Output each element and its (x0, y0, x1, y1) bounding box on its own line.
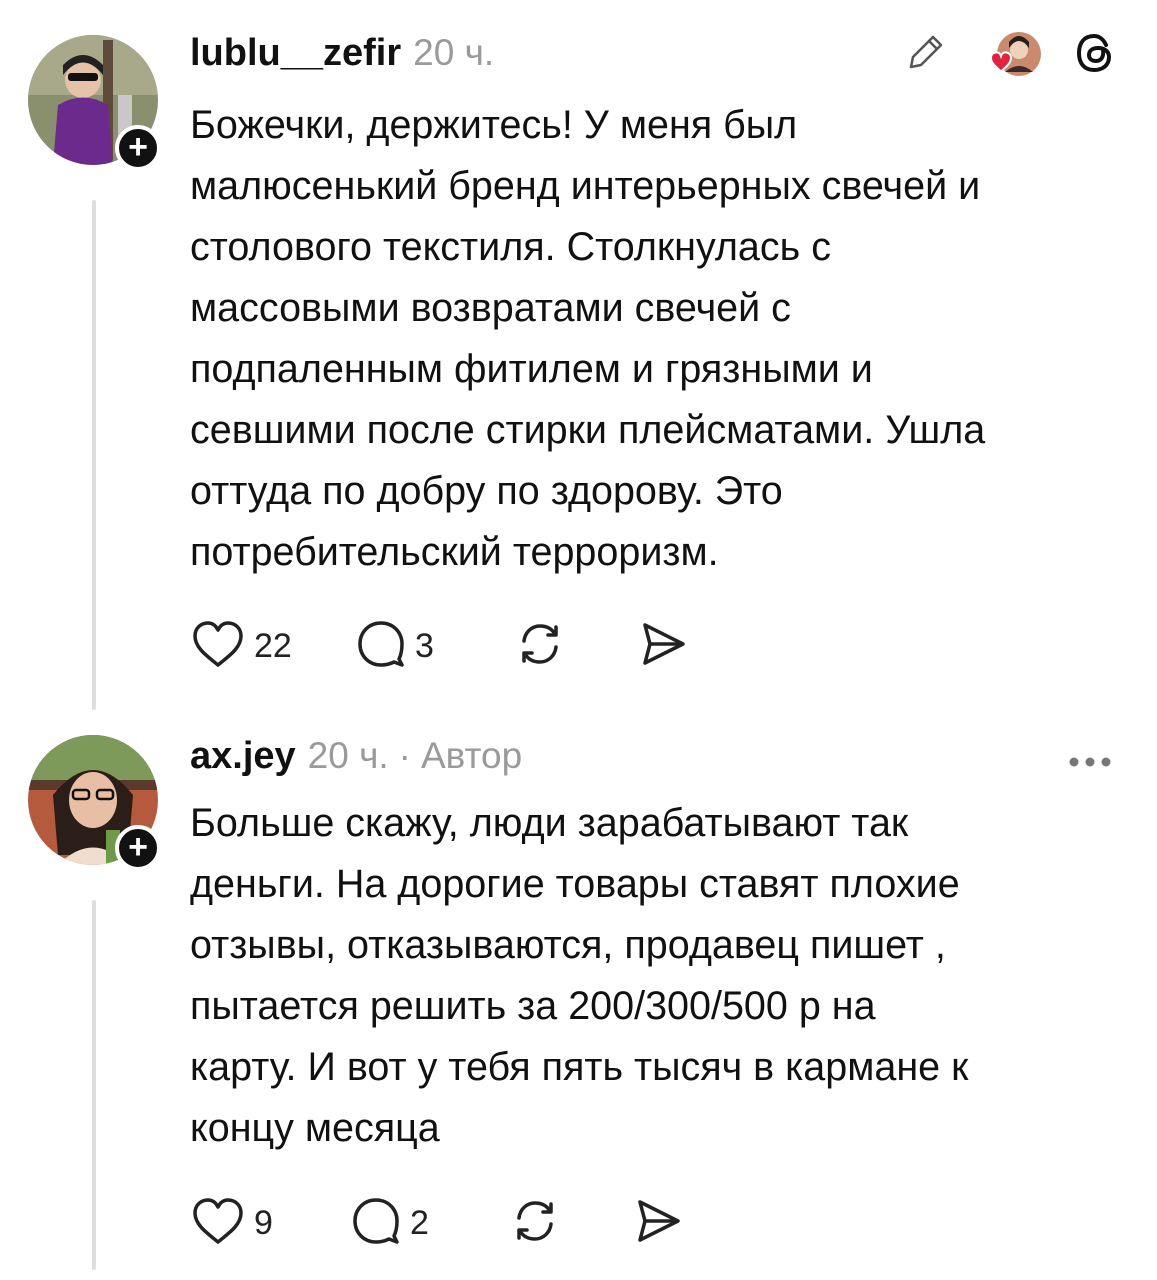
username[interactable]: lublu__zefir (190, 32, 401, 75)
post-header: lublu__zefir 20 ч. (190, 32, 494, 82)
like-button[interactable]: 9 (190, 1195, 350, 1252)
more-icon[interactable] (1068, 755, 1112, 773)
like-button[interactable]: 22 (190, 618, 355, 675)
timestamp: 20 ч. (413, 32, 495, 73)
action-bar: 9 2 (190, 1195, 684, 1252)
follow-button[interactable]: + (115, 125, 161, 171)
reply-button[interactable]: 3 (355, 618, 515, 675)
heart-icon (190, 618, 246, 675)
separator: · (398, 735, 411, 776)
comment-body: Больше скажу, люди зарабатывают так день… (190, 801, 969, 1150)
timestamp: 20 ч. (307, 735, 389, 776)
liked-by-avatar-icon[interactable] (975, 30, 1045, 80)
reply-count: 2 (410, 1204, 429, 1242)
threads-logo-icon[interactable] (1073, 31, 1117, 80)
author-label: Автор (420, 735, 523, 776)
follow-button[interactable]: + (115, 825, 161, 871)
share-button[interactable] (637, 619, 689, 674)
comment-bubble-icon (350, 1195, 402, 1252)
thread-line (92, 900, 96, 1270)
reply-count: 3 (415, 627, 434, 665)
username[interactable]: ax.jey (190, 735, 296, 778)
heart-icon (190, 1195, 246, 1252)
repost-icon (510, 1196, 560, 1251)
thread-line (92, 200, 96, 710)
like-count: 9 (254, 1204, 273, 1242)
send-icon (637, 619, 689, 674)
repost-button[interactable] (510, 1196, 632, 1251)
header-icons (903, 30, 1117, 80)
comment-body: Божечки, держитесь! У меня был малюсеньк… (190, 103, 986, 574)
reply-button[interactable]: 2 (350, 1195, 510, 1252)
comment-post: + lublu__zefir 20 ч. Божечки, держитесь!… (0, 0, 1157, 715)
share-button[interactable] (632, 1196, 684, 1251)
comment-bubble-icon (355, 618, 407, 675)
comment-post: + ax.jey 20 ч. · Автор Больше скажу, люд… (0, 715, 1157, 1280)
send-icon (632, 1196, 684, 1251)
post-header: ax.jey 20 ч. · Автор (190, 735, 522, 785)
repost-icon (515, 619, 565, 674)
repost-button[interactable] (515, 619, 637, 674)
like-count: 22 (254, 627, 292, 665)
pencil-icon[interactable] (903, 31, 947, 80)
action-bar: 22 3 (190, 618, 689, 675)
